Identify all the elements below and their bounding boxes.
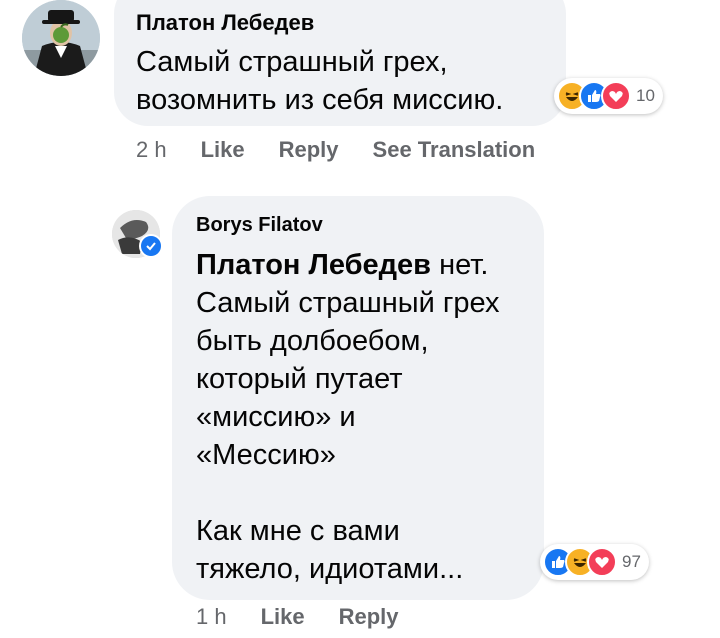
reply-text-body: нет. Самый страшный грех быть долбоебом,… [196, 249, 500, 585]
comment-reaction-count: 10 [636, 86, 655, 105]
reply-text: Платон Лебедев нет. Самый страшный грех … [196, 246, 536, 588]
love-icon [587, 547, 617, 577]
verified-badge-icon [139, 234, 163, 258]
reply-reaction-count: 97 [622, 552, 641, 571]
reply-timestamp[interactable]: 1 h [196, 604, 227, 630]
avatar-image [22, 0, 100, 76]
mention-link[interactable]: Платон Лебедев [196, 249, 431, 281]
reply-like-button[interactable]: Like [261, 604, 305, 630]
comment-timestamp[interactable]: 2 h [136, 137, 167, 163]
love-icon [601, 81, 631, 111]
reply-actions: 1 h Like Reply [196, 604, 399, 630]
comment-reactions[interactable]: 10 [554, 78, 663, 114]
reply-author-name[interactable]: Borys Filatov [196, 214, 323, 237]
see-translation-link[interactable]: See Translation [373, 137, 536, 163]
reply-reply-button[interactable]: Reply [339, 604, 399, 630]
reply-reactions[interactable]: 97 [540, 544, 649, 580]
commenter-avatar[interactable] [22, 0, 100, 76]
comment-author-name[interactable]: Платон Лебедев [136, 10, 314, 36]
comment-reply-button[interactable]: Reply [279, 137, 339, 163]
comment-actions: 2 h Like Reply See Translation [136, 137, 535, 163]
comment-like-button[interactable]: Like [201, 137, 245, 163]
comment-text: Самый страшный грех, возомнить из себя м… [136, 46, 504, 116]
